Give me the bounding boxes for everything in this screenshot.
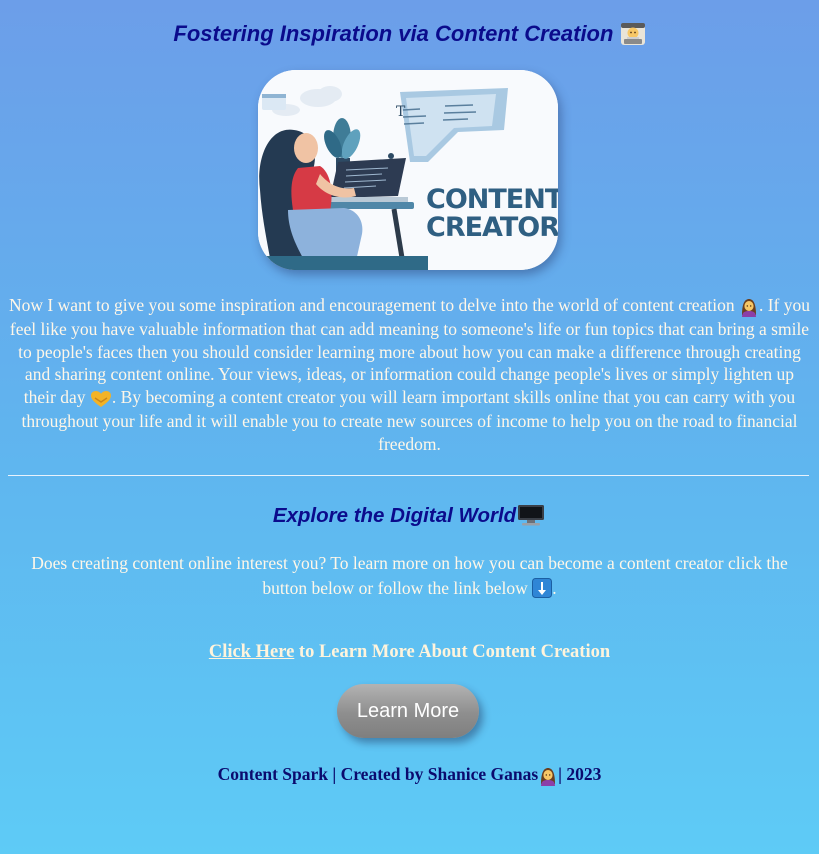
desktop-computer-icon — [516, 503, 546, 531]
footer: Content Spark | Created by Shanice Ganas… — [0, 762, 819, 788]
svg-text:T: T — [396, 104, 406, 120]
footer-credit: Content Spark | Created by Shanice Ganas — [217, 764, 539, 784]
handshake-heart-icon — [90, 388, 112, 411]
hero-caption-line1: CONTENT — [426, 184, 558, 215]
hero-caption-line2: CREATOR — [426, 212, 558, 243]
section-divider — [8, 475, 809, 476]
down-arrow-icon — [532, 577, 553, 602]
intro-text-3: . By becoming a content creator you will… — [21, 387, 798, 454]
hero-caption: CONTENT CREATOR — [426, 184, 558, 243]
footer-year: | 2023 — [558, 764, 602, 784]
page: Fostering Inspiration via Content Creati… — [0, 0, 819, 854]
hero-image: T CONTENT CREATOR — [258, 70, 558, 270]
technologist-icon — [620, 21, 646, 49]
explore-text-1: Does creating content online interest yo… — [31, 553, 788, 598]
explore-text-2: . — [552, 578, 557, 598]
click-here-link[interactable]: Click Here — [209, 642, 294, 662]
explore-heading-text: Explore the Digital World — [272, 504, 517, 527]
cta-text: to Learn More About Content Creation — [294, 642, 611, 662]
cta-line: Click Here to Learn More About Content C… — [0, 640, 819, 664]
intro-text-1: Now I want to give you some inspiration … — [9, 295, 739, 315]
woman-icon — [739, 296, 759, 319]
woman-icon — [538, 764, 558, 788]
explore-paragraph: Does creating content online interest yo… — [8, 551, 811, 602]
intro-paragraph: Now I want to give you some inspiration … — [8, 294, 811, 456]
explore-heading: Explore the Digital World — [0, 502, 819, 531]
page-title: Fostering Inspiration via Content Creati… — [0, 20, 819, 49]
page-title-text: Fostering Inspiration via Content Creati… — [173, 21, 614, 46]
learn-more-button[interactable]: Learn More — [337, 684, 479, 738]
